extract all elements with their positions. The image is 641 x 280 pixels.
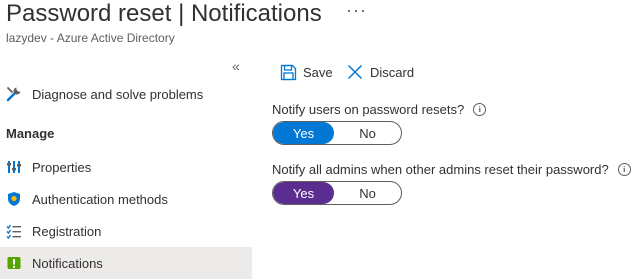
sidebar-item-properties[interactable]: Properties bbox=[0, 151, 252, 183]
sidebar-item-diagnose[interactable]: Diagnose and solve problems bbox=[0, 78, 252, 110]
notify-admins-no-option[interactable]: No bbox=[334, 182, 401, 204]
save-button[interactable]: Save bbox=[279, 62, 333, 82]
more-options-button[interactable]: ··· bbox=[346, 0, 367, 21]
info-icon[interactable]: i bbox=[473, 103, 487, 116]
sidebar-item-label: Diagnose and solve problems bbox=[32, 86, 204, 102]
page-subtitle: lazydev - Azure Active Directory bbox=[6, 31, 175, 45]
page-title: Password reset | Notifications bbox=[6, 0, 322, 27]
discard-button-label: Discard bbox=[370, 64, 415, 80]
sidebar-section-manage: Manage bbox=[6, 126, 55, 141]
sliders-icon bbox=[6, 159, 22, 175]
sidebar-item-notifications[interactable]: Notifications bbox=[0, 247, 252, 279]
shield-icon bbox=[6, 191, 22, 207]
notify-users-no-option[interactable]: No bbox=[334, 122, 401, 144]
sidebar-item-authentication-methods[interactable]: Authentication methods bbox=[0, 183, 252, 215]
save-icon bbox=[279, 63, 297, 81]
notify-admins-toggle[interactable]: Yes No bbox=[272, 181, 402, 205]
discard-button[interactable]: Discard bbox=[346, 62, 414, 82]
sidebar-item-label: Registration bbox=[32, 223, 102, 239]
notify-users-label: Notify users on password resets? bbox=[272, 102, 465, 117]
checklist-icon bbox=[6, 223, 22, 239]
notify-admins-yes-option[interactable]: Yes bbox=[273, 182, 335, 204]
sidebar-item-registration[interactable]: Registration bbox=[0, 215, 252, 247]
notify-users-field: Notify users on password resets? i bbox=[272, 102, 487, 117]
collapse-sidebar-button[interactable]: « bbox=[232, 58, 240, 74]
notification-icon bbox=[6, 255, 22, 271]
notify-users-yes-option[interactable]: Yes bbox=[273, 122, 335, 144]
sidebar-item-label: Notifications bbox=[32, 255, 103, 271]
close-icon bbox=[346, 63, 364, 81]
notify-users-toggle[interactable]: Yes No bbox=[272, 121, 402, 145]
wrench-icon bbox=[6, 86, 22, 102]
notify-admins-field: Notify all admins when other admins rese… bbox=[272, 162, 631, 177]
sidebar-item-label: Properties bbox=[32, 159, 92, 175]
sidebar-item-label: Authentication methods bbox=[32, 191, 168, 207]
notify-admins-label: Notify all admins when other admins rese… bbox=[272, 162, 609, 177]
info-icon[interactable]: i bbox=[617, 163, 631, 176]
save-button-label: Save bbox=[303, 64, 333, 80]
